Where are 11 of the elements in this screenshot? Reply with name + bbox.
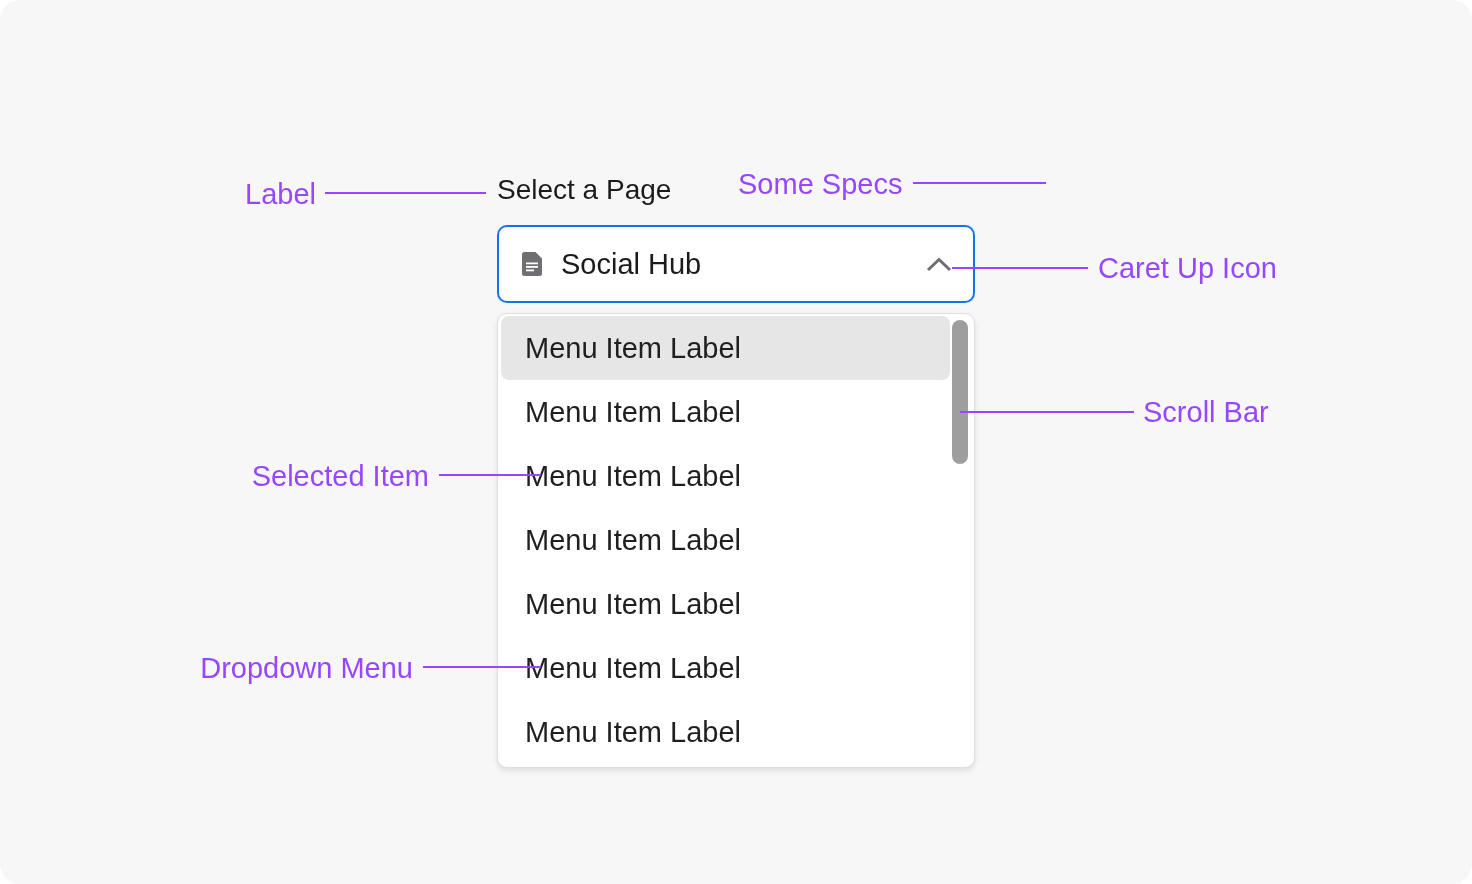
menu-item[interactable]: Menu Item Label: [501, 316, 950, 380]
page-select[interactable]: Social Hub: [497, 225, 975, 303]
annotation-label: Caret Up Icon: [1098, 251, 1277, 286]
annotation-label: Dropdown Menu: [200, 651, 413, 686]
annotation-label: Scroll Bar: [1143, 395, 1269, 430]
annotation-label: Some Specs: [738, 167, 903, 202]
document-icon: [522, 252, 542, 276]
field-label: Select a Page: [497, 173, 672, 207]
scrollbar-thumb[interactable]: [952, 320, 968, 464]
annotation-label: Selected Item: [251, 459, 429, 494]
annotation-label: Label: [245, 177, 316, 212]
